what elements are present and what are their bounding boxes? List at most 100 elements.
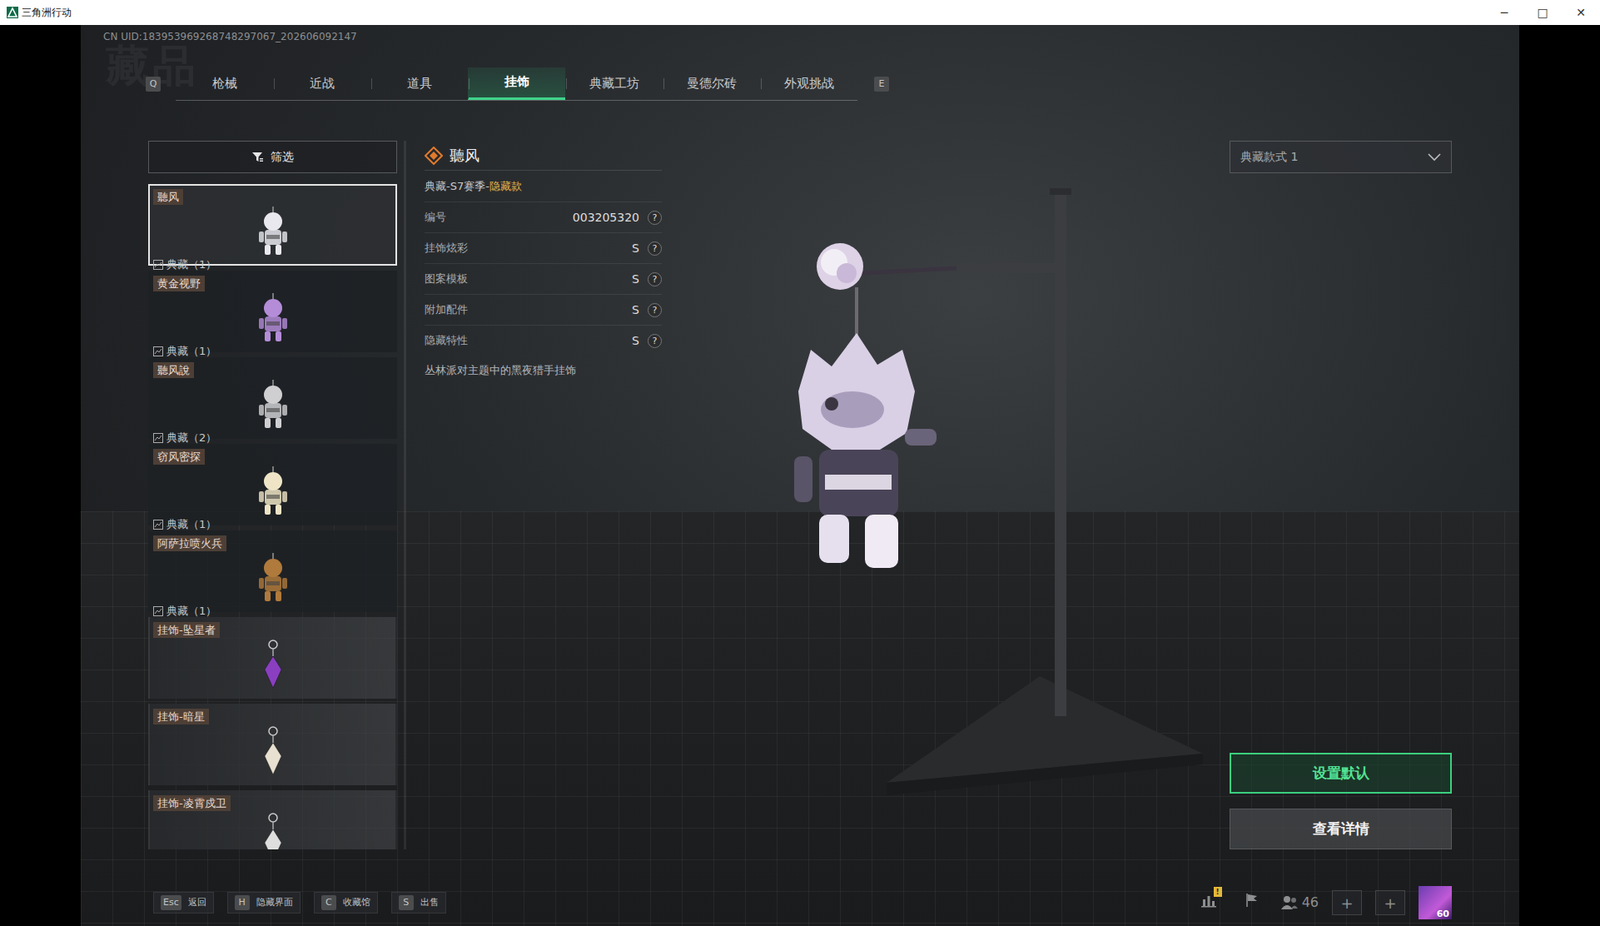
detail-panel: 聽风 典藏-S7赛季-隐藏款 编号003205320?挂饰炫彩S?图案模板S?附…	[424, 140, 662, 850]
filter-button[interactable]: 筛选	[148, 140, 398, 174]
item-card[interactable]: 聽风典藏（1）	[148, 183, 398, 266]
detail-subtitle: 典藏-S7赛季-隐藏款	[424, 170, 662, 202]
row-value: 003205320	[572, 208, 640, 227]
button-label: 设置默认	[1312, 764, 1370, 781]
key-hint[interactable]: Esc返回	[153, 891, 214, 914]
filter-icon	[251, 150, 264, 164]
tab-label: 枪械	[212, 74, 238, 94]
window-title: 三角洲行动	[21, 4, 72, 20]
item-card[interactable]: 黄金视野典藏（1）	[148, 270, 398, 353]
item-tag-row: 典藏（1）	[153, 344, 393, 358]
tab-label: 挂饰	[504, 72, 530, 92]
item-name: 聽风	[153, 188, 184, 205]
hint-label: 出售	[420, 895, 439, 910]
charm-thumbnail-icon	[248, 637, 299, 694]
collection-icon	[153, 346, 164, 357]
row-label: 编号	[424, 208, 447, 226]
charm-thumbnail-icon	[248, 464, 299, 518]
item-tag-row: 典藏（1）	[153, 604, 393, 618]
item-head: 聽风說	[153, 362, 393, 378]
tab[interactable]: 典藏工坊	[565, 67, 663, 100]
collection-icon	[153, 432, 164, 443]
item-name: 挂饰-凌霄戍卫	[153, 795, 231, 811]
item-head: 聽风	[153, 188, 393, 205]
row-label: 挂饰炫彩	[424, 239, 468, 257]
close-button[interactable]: ✕	[1561, 0, 1600, 25]
collection-icon	[153, 519, 164, 530]
tab-bar: 枪械 近战 道具 挂饰 典藏工坊曼德尔砖 外观挑战	[175, 67, 858, 101]
stats-button[interactable]: !	[1193, 889, 1224, 915]
item-card[interactable]: 挂饰-凌霄戍卫	[148, 790, 398, 850]
hint-label: 返回	[188, 895, 207, 910]
status-icons: ! 46 + +60	[1193, 885, 1452, 920]
content-row: 筛选 聽风典藏（1）黄金视野典藏（1）聽风說典藏（2）窃风密探典藏（1）阿萨拉喷…	[80, 140, 1520, 850]
game-screen: 藏品 CN UID:183953969268748297067_20260609…	[80, 24, 1520, 926]
item-card[interactable]: 窃风密探典藏（1）	[148, 443, 398, 526]
dropdown-value: 典藏款式 1	[1240, 148, 1428, 166]
item-head: 挂饰-坠星者	[153, 621, 393, 638]
item-tag: 典藏（1）	[166, 517, 217, 532]
item-card[interactable]: 挂饰-暗星	[148, 703, 398, 786]
alert-badge: !	[1213, 886, 1223, 897]
minimize-button[interactable]: ─	[1485, 0, 1524, 25]
item-thumb-wrap	[153, 204, 393, 259]
letterbox-right	[1519, 24, 1600, 926]
chevron-down-icon	[1427, 153, 1441, 162]
help-button[interactable]: ?	[647, 272, 662, 287]
detail-description: 丛林派对主题中的黑夜猎手挂饰	[424, 355, 662, 379]
item-card[interactable]: 阿萨拉喷火兵典藏（1）	[148, 530, 398, 612]
view-details-button[interactable]: 查看详情	[1229, 808, 1452, 850]
showcase[interactable]	[661, 140, 1230, 850]
charm-thumbnail-icon	[248, 810, 299, 850]
collection-icon	[153, 606, 164, 617]
button-label: 查看详情	[1312, 819, 1370, 837]
item-thumb-wrap	[153, 724, 393, 781]
help-button[interactable]: ?	[647, 303, 662, 318]
friends-icon	[1280, 894, 1299, 910]
tab[interactable]: 挂饰	[467, 67, 566, 100]
prev-tab-key[interactable]: Q	[145, 76, 161, 92]
item-card[interactable]: 挂饰-坠星者	[148, 616, 398, 699]
hint-key: H	[234, 894, 250, 910]
rarity-diamond-icon	[424, 146, 443, 165]
list-scrollbar[interactable]	[403, 140, 407, 850]
tab[interactable]: 道具	[370, 67, 468, 100]
set-default-button[interactable]: 设置默认	[1229, 752, 1452, 794]
style-dropdown[interactable]: 典藏款式 1	[1229, 140, 1452, 174]
help-button[interactable]: ?	[647, 210, 662, 225]
tab-label: 道具	[407, 74, 433, 94]
letterbox-left	[0, 24, 81, 926]
flag-button[interactable]	[1237, 889, 1268, 915]
charm-thumbnail-icon	[248, 724, 299, 781]
detail-title: 聽风	[449, 144, 480, 167]
add-slot-button[interactable]: +	[1331, 889, 1362, 915]
tab[interactable]: 外观挑战	[760, 67, 858, 100]
key-hint[interactable]: C收藏馆	[313, 891, 378, 914]
tab-label: 外观挑战	[784, 74, 835, 94]
item-tag-row: 典藏（1）	[153, 517, 393, 532]
row-value: S	[631, 332, 640, 350]
main-area: 藏品 CN UID:183953969268748297067_20260609…	[0, 24, 1600, 926]
friends-button[interactable]: 46	[1280, 892, 1319, 913]
help-button[interactable]: ?	[647, 241, 662, 256]
subtitle-highlight: 隐藏款	[489, 178, 522, 195]
tab[interactable]: 曼德尔砖	[662, 67, 761, 100]
help-button[interactable]: ?	[647, 333, 662, 348]
item-thumb-wrap	[153, 377, 393, 432]
next-tab-key[interactable]: E	[874, 76, 890, 92]
item-name: 挂饰-暗星	[153, 708, 209, 725]
key-hint[interactable]: H隐藏界面	[227, 891, 301, 914]
flag-icon	[1244, 892, 1260, 908]
maximize-button[interactable]: □	[1523, 0, 1562, 25]
tab[interactable]: 近战	[273, 67, 371, 100]
detail-row: 图案模板S?	[424, 263, 662, 294]
tab[interactable]: 枪械	[175, 67, 274, 100]
item-tag: 典藏（1）	[166, 344, 217, 358]
item-name: 聽风說	[153, 362, 194, 378]
row-label: 图案模板	[424, 270, 468, 288]
item-card[interactable]: 聽风說典藏（2）	[148, 357, 398, 439]
key-hint[interactable]: S出售	[391, 891, 447, 914]
add-slot-button[interactable]: +	[1375, 889, 1406, 915]
player-avatar[interactable]: 60	[1418, 885, 1452, 920]
charm-thumbnail-icon	[248, 377, 299, 432]
